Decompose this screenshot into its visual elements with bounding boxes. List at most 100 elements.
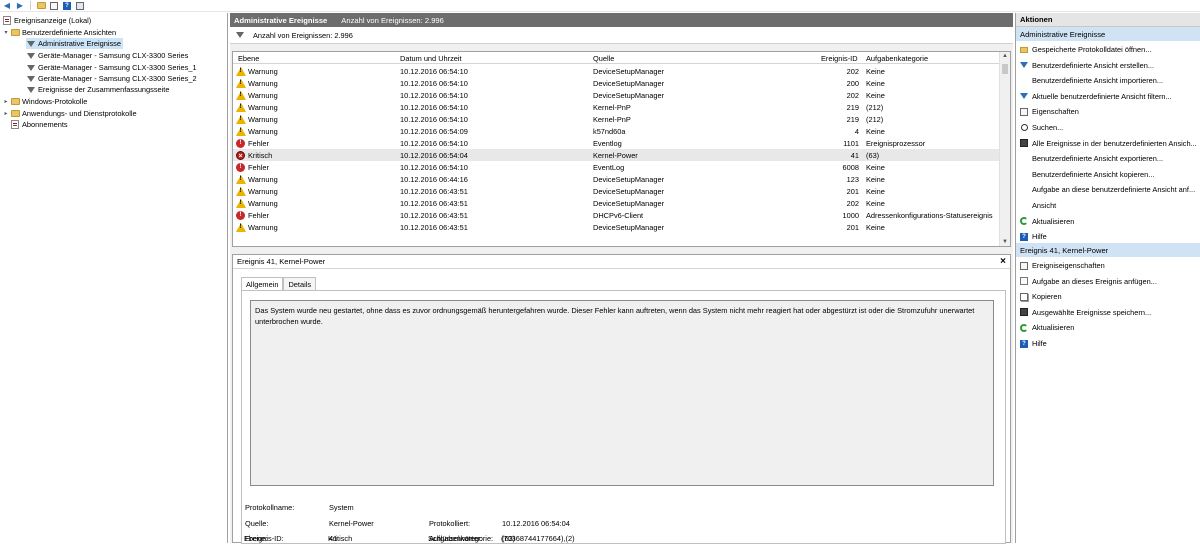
table-row[interactable]: Warnung 10.12.2016 06:54:10 Kernel-PnP 219 (… <box>233 101 999 113</box>
action-item[interactable]: Kopieren <box>1016 289 1200 304</box>
col-source[interactable]: Quelle <box>593 54 614 63</box>
action-item[interactable]: Benutzerdefinierte Ansicht erstellen... <box>1016 58 1200 73</box>
table-row[interactable]: Warnung 10.12.2016 06:54:10 Kernel-PnP 219 (… <box>233 113 999 125</box>
folder-open-icon <box>1016 46 1032 53</box>
toolbar: ◀ ▶ ? <box>0 0 1200 12</box>
warning-icon <box>236 78 246 88</box>
refresh-icon <box>1016 217 1032 226</box>
table-row[interactable]: ! Fehler 10.12.2016 06:43:51 DHCPv6-Client 1… <box>233 209 999 221</box>
table-row[interactable]: Warnung 10.12.2016 06:54:09 k57nd60a 4 Keine <box>233 125 999 137</box>
actions-section-view[interactable]: Administrative Ereignisse <box>1016 27 1200 41</box>
table-row[interactable]: Warnung 10.12.2016 06:54:10 DeviceSetupMan… <box>233 77 999 89</box>
folder-up-icon[interactable] <box>36 1 46 10</box>
col-category[interactable]: Aufgabenkategorie <box>866 54 928 63</box>
detail-title: Ereignis 41, Kernel-Power <box>237 257 326 266</box>
vertical-scrollbar[interactable]: ▲ ▼ <box>999 52 1010 246</box>
table-row[interactable]: ! Fehler 10.12.2016 06:54:10 EventLog 6008 Ke… <box>233 161 999 173</box>
table-row[interactable]: Warnung 10.12.2016 06:44:16 DeviceSetupMan… <box>233 173 999 185</box>
action-label: Benutzerdefinierte Ansicht erstellen... <box>1032 60 1155 70</box>
action-item[interactable]: Aktualisieren <box>1016 214 1200 229</box>
warning-icon <box>236 102 246 112</box>
table-row[interactable]: Warnung 10.12.2016 06:43:51 DeviceSetupMan… <box>233 197 999 209</box>
properties-icon[interactable] <box>49 1 59 10</box>
table-row[interactable]: ! Fehler 10.12.2016 06:54:10 Eventlog 1101 Er… <box>233 137 999 149</box>
properties-icon <box>1016 261 1032 270</box>
col-event-id[interactable]: Ereignis-ID <box>821 54 858 63</box>
filter-icon <box>1016 93 1032 100</box>
action-item[interactable]: Aktualisieren <box>1016 320 1200 335</box>
action-item[interactable]: Benutzerdefinierte Ansicht exportieren..… <box>1016 151 1200 166</box>
action-item[interactable]: Ereigniseigenschaften <box>1016 258 1200 273</box>
tree-app-logs[interactable]: ▸ Anwendungs- und Dienstprotokolle <box>2 108 136 119</box>
cell-date: 10.12.2016 06:54:10 <box>400 78 468 88</box>
cell-date: 10.12.2016 06:44:16 <box>400 174 468 184</box>
tree-admin-events-label: Administrative Ereignisse <box>38 39 121 48</box>
cell-event-id: 41 <box>850 150 859 160</box>
tree-gm1[interactable]: Geräte-Manager - Samsung CLX-3300 Series <box>26 50 188 61</box>
tree-windows-logs[interactable]: ▸ Windows-Protokolle <box>2 96 87 107</box>
view-icon[interactable] <box>75 1 85 10</box>
error-icon: ! <box>236 210 246 220</box>
action-item[interactable]: ? Hilfe <box>1016 336 1200 351</box>
collapse-icon[interactable]: ▾ <box>2 29 10 36</box>
action-item[interactable]: Alle Ereignisse in der benutzerdefiniert… <box>1016 136 1200 151</box>
action-item[interactable]: Ansicht <box>1016 198 1200 213</box>
cell-event-id: 219 <box>846 114 859 124</box>
tree-custom-views[interactable]: ▾ Benutzerdefinierte Ansichten <box>2 27 116 38</box>
cell-event-id: 1000 <box>842 210 859 220</box>
action-item[interactable]: Gespeicherte Protokolldatei öffnen... <box>1016 42 1200 57</box>
copy-icon <box>1016 292 1032 301</box>
action-label: Benutzerdefinierte Ansicht kopieren... <box>1032 169 1155 179</box>
table-row[interactable]: Warnung 10.12.2016 06:54:10 DeviceSetupMan… <box>233 89 999 101</box>
table-row[interactable]: Warnung 10.12.2016 06:43:51 DeviceSetupMan… <box>233 221 999 233</box>
col-date[interactable]: Datum und Uhrzeit <box>400 54 462 63</box>
folder-icon <box>10 109 20 118</box>
event-count-header: Anzahl von Ereignissen: 2.996 <box>341 15 444 25</box>
table-row[interactable]: Warnung 10.12.2016 06:54:10 DeviceSetupMan… <box>233 65 999 77</box>
scroll-up-icon[interactable]: ▲ <box>1002 53 1008 59</box>
scroll-down-icon[interactable]: ▼ <box>1002 239 1008 245</box>
error-icon: ! <box>236 138 246 148</box>
cell-source: k57nd60a <box>593 126 626 136</box>
cell-category: Keine <box>866 174 885 184</box>
action-label: Alle Ereignisse in der benutzerdefiniert… <box>1032 138 1197 148</box>
action-item[interactable]: Eigenschaften <box>1016 104 1200 119</box>
expand-icon[interactable]: ▸ <box>2 98 10 105</box>
action-item[interactable]: Suchen... <box>1016 120 1200 135</box>
table-row[interactable]: Warnung 10.12.2016 06:43:51 DeviceSetupMan… <box>233 185 999 197</box>
action-item[interactable]: Aktuelle benutzerdefinierte Ansicht filt… <box>1016 89 1200 104</box>
action-item[interactable]: Benutzerdefinierte Ansicht kopieren... <box>1016 167 1200 182</box>
close-icon[interactable]: × <box>1000 256 1006 267</box>
help-icon[interactable]: ? <box>62 1 72 10</box>
action-item[interactable]: Aufgabe an diese benutzerdefinierte Ansi… <box>1016 182 1200 197</box>
logged-value: 10.12.2016 06:54:04 <box>502 519 570 528</box>
tree-subscriptions[interactable]: Abonnements <box>10 119 68 130</box>
tree-admin-events[interactable]: Administrative Ereignisse <box>26 38 123 49</box>
table-row[interactable]: × Kritisch 10.12.2016 06:54:04 Kernel-Power… <box>233 149 999 161</box>
cell-event-id: 200 <box>846 78 859 88</box>
event-message[interactable]: Das System wurde neu gestartet, ohne das… <box>250 300 994 486</box>
tree-root[interactable]: Ereignisanzeige (Lokal) <box>2 15 91 26</box>
tab-general[interactable]: Allgemein <box>241 277 284 290</box>
log-name-value: System <box>329 503 354 512</box>
action-item[interactable]: ? Hilfe <box>1016 229 1200 244</box>
cell-event-id: 123 <box>846 174 859 184</box>
tree-gm3[interactable]: Geräte-Manager - Samsung CLX-3300 Series… <box>26 73 197 84</box>
back-icon[interactable]: ◀ <box>2 1 12 10</box>
forward-icon[interactable]: ▶ <box>15 1 25 10</box>
col-level[interactable]: Ebene <box>238 54 259 63</box>
tree-gm2[interactable]: Geräte-Manager - Samsung CLX-3300 Series… <box>26 62 197 73</box>
tree-summary[interactable]: Ereignisse der Zusammenfassungsseite <box>26 84 169 95</box>
warning-icon <box>236 174 246 184</box>
scroll-thumb[interactable] <box>1002 64 1008 74</box>
action-item[interactable]: Benutzerdefinierte Ansicht importieren..… <box>1016 73 1200 88</box>
tree-windows-logs-label: Windows-Protokolle <box>22 97 88 106</box>
tab-details[interactable]: Details <box>283 277 317 290</box>
warning-icon <box>236 222 246 232</box>
actions-section-event[interactable]: Ereignis 41, Kernel-Power <box>1016 243 1200 257</box>
action-item[interactable]: Ausgewählte Ereignisse speichern... <box>1016 305 1200 320</box>
action-item[interactable]: Aufgabe an dieses Ereignis anfügen... <box>1016 274 1200 289</box>
expand-icon[interactable]: ▸ <box>2 110 10 117</box>
action-label: Aktualisieren <box>1032 216 1075 226</box>
filter-icon <box>26 85 36 94</box>
